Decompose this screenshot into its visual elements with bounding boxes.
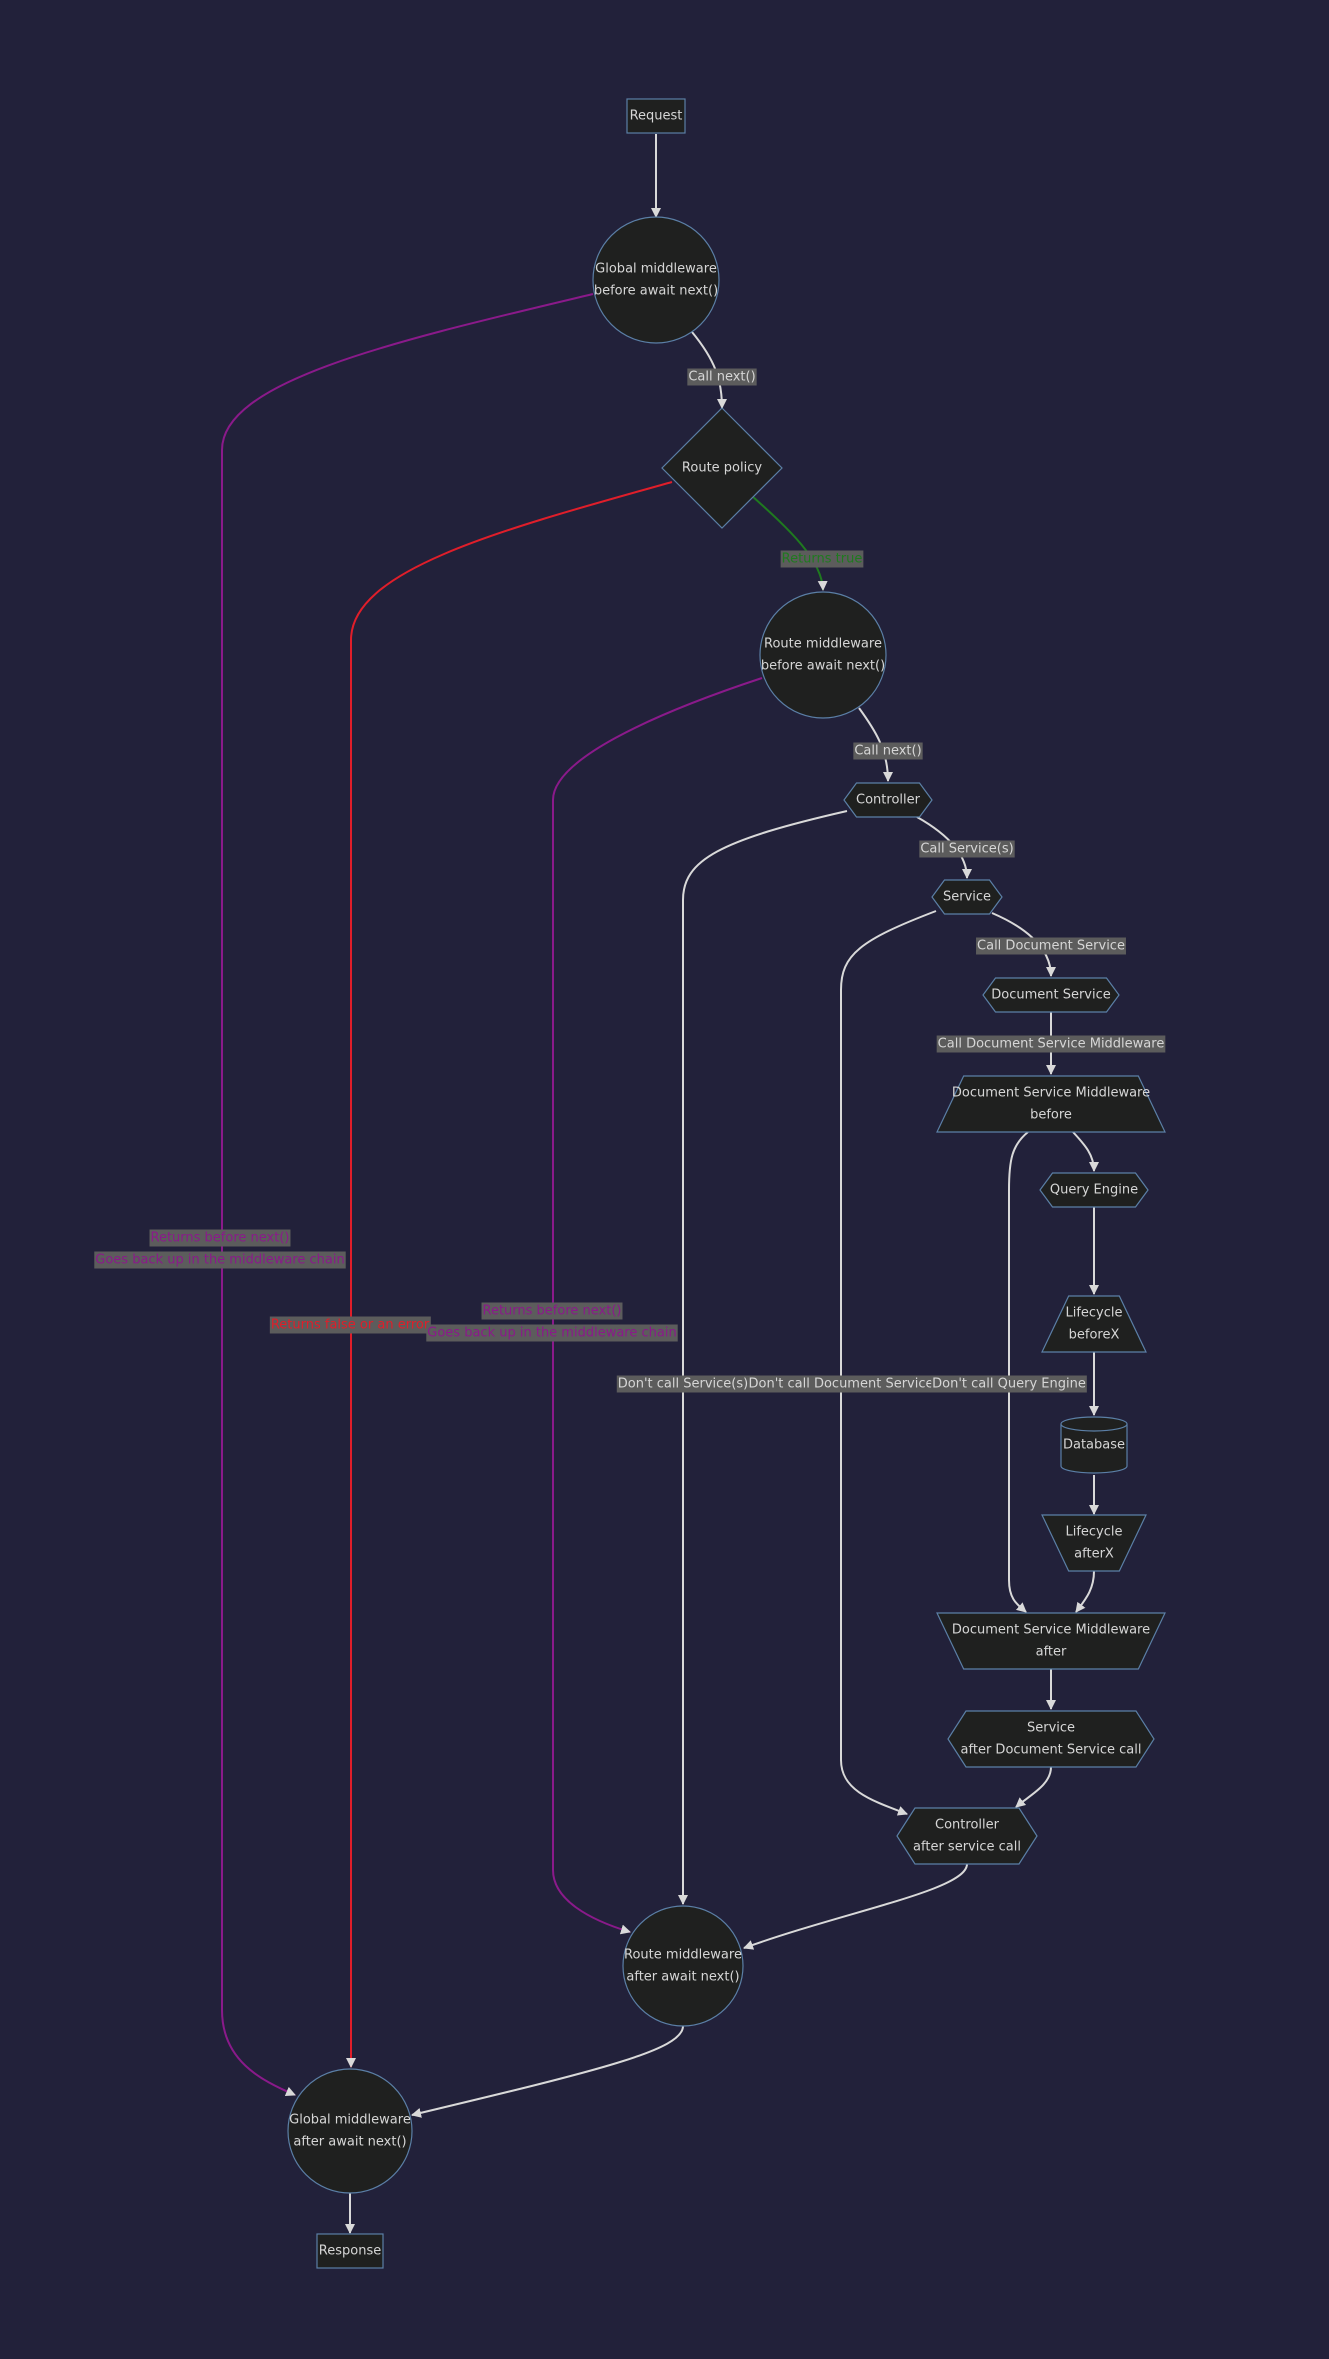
node-label: Lifecycle — [1065, 1525, 1122, 1540]
edge-route_after-to-global_after — [411, 2025, 684, 2118]
edge-global_before-to-global_after — [221, 293, 594, 2097]
edge-label-text: Goes back up in the middleware chain — [427, 1326, 676, 1341]
circle-shape — [759, 591, 887, 719]
node-label: after await next() — [626, 1970, 739, 1985]
edge-controller_after-to-route_after — [743, 1863, 968, 1950]
node-label: Response — [319, 2244, 381, 2259]
edge-label-text: Returns false or an error — [271, 1318, 430, 1333]
nodes-layer: Request Global middleware before await nex… — [287, 98, 1166, 2269]
edge-controller-to-route_after — [678, 810, 848, 1905]
edge-route_policy-to-route_before — [751, 495, 828, 591]
node-dsm-before: Document Service Middleware before — [936, 1075, 1166, 1133]
edge-label: Returns before next() Goes back up in the… — [94, 1229, 346, 1269]
node-label: before await next() — [594, 284, 718, 299]
node-route-after: Route middleware after await next() — [622, 1905, 744, 2027]
edge-label: Don't call Document Service — [747, 1375, 935, 1393]
node-label: Request — [630, 109, 683, 124]
edge-label-text: Don't call Query Engine — [932, 1377, 1086, 1392]
node-label: Controller — [856, 793, 921, 808]
node-label: after await next() — [293, 2135, 406, 2150]
edge-lifecycle_after-to-dsm_after — [1075, 1570, 1095, 1613]
node-controller-after: Controller after service call — [896, 1807, 1038, 1865]
edge-label: Call next() — [853, 742, 923, 760]
node-label: Global middleware — [289, 2113, 411, 2128]
node-label: Service — [1027, 1721, 1075, 1736]
edge-label: Returns false or an error — [269, 1316, 431, 1334]
edge-label: Don't call Query Engine — [931, 1375, 1087, 1393]
edge-label-text: Returns before next() — [483, 1304, 622, 1319]
circle-shape — [622, 1905, 744, 2027]
edge-dsm_before-to-dsm_after — [1008, 1131, 1029, 1613]
node-controller: Controller — [843, 782, 933, 818]
node-request: Request — [626, 98, 686, 134]
node-response: Response — [316, 2233, 384, 2269]
trapezoid-shape — [936, 1075, 1166, 1133]
edge-label-text: Don't call Document Service — [748, 1377, 933, 1392]
node-route-policy: Route policy — [661, 407, 783, 529]
node-label: Document Service Middleware — [952, 1623, 1150, 1638]
node-label: before — [1030, 1108, 1072, 1123]
edge-label-text: Returns true — [782, 552, 863, 567]
node-label: Query Engine — [1050, 1183, 1138, 1198]
node-label: Route middleware — [624, 1948, 742, 1963]
node-label: Document Service Middleware — [952, 1086, 1150, 1101]
node-label: Database — [1063, 1438, 1125, 1453]
edge-label-text: Returns before next() — [151, 1231, 290, 1246]
node-label: before await next() — [761, 659, 885, 674]
edge-label-text: Call Document Service — [977, 939, 1125, 954]
middleware-flow-diagram: Request Global middleware before await nex… — [94, 98, 1166, 2269]
node-lifecycle-before: Lifecycle beforeX — [1041, 1295, 1147, 1353]
edge-label-text: Call Service(s) — [920, 842, 1013, 857]
node-query-engine: Query Engine — [1039, 1172, 1149, 1208]
edge-label-text: Call next() — [688, 370, 755, 385]
edge-label: Don't call Service(s) — [616, 1375, 750, 1393]
node-service: Service — [931, 879, 1003, 915]
edge-labels-layer: Call next() Returns before next() Goes bac… — [94, 368, 1166, 1393]
hexagon-shape — [896, 1807, 1038, 1865]
node-label: Global middleware — [595, 262, 717, 277]
edge-label-text: Call Document Service Middleware — [938, 1037, 1165, 1052]
hexagon-shape — [947, 1710, 1155, 1768]
node-label: Lifecycle — [1065, 1306, 1122, 1321]
node-global-after: Global middleware after await next() — [287, 2068, 413, 2194]
edge-route_policy-to-global_after — [346, 481, 673, 2068]
inverted-trapezoid-shape — [1041, 1514, 1147, 1572]
edge-label-text: Goes back up in the middleware chain — [95, 1253, 344, 1268]
node-label: after Document Service call — [961, 1743, 1142, 1758]
circle-shape — [287, 2068, 413, 2194]
node-document-service: Document Service — [982, 977, 1120, 1013]
node-label: Route middleware — [764, 637, 882, 652]
edge-label-text: Call next() — [854, 744, 921, 759]
edge-service-to-controller_after — [840, 910, 937, 1816]
node-label: Route policy — [682, 461, 762, 476]
inverted-trapezoid-shape — [936, 1612, 1166, 1670]
node-service-after: Service after Document Service call — [947, 1710, 1155, 1768]
trapezoid-shape — [1041, 1295, 1147, 1353]
node-dsm-after: Document Service Middleware after — [936, 1612, 1166, 1670]
edge-label: Call Document Service Middleware — [936, 1035, 1166, 1053]
node-label: after — [1036, 1645, 1067, 1660]
node-route-before: Route middleware before await next() — [759, 591, 887, 719]
node-label: Service — [943, 890, 991, 905]
node-label: afterX — [1074, 1547, 1114, 1562]
circle-shape — [592, 216, 720, 344]
edge-label-text: Don't call Service(s) — [618, 1377, 748, 1392]
node-label: Document Service — [991, 988, 1111, 1003]
node-label: Controller — [935, 1818, 1000, 1833]
node-global-before: Global middleware before await next() — [592, 216, 720, 344]
edge-label: Call next() — [687, 368, 757, 386]
edge-label: Call Service(s) — [919, 840, 1015, 858]
node-label: beforeX — [1069, 1328, 1120, 1343]
edge-label: Call Document Service — [976, 937, 1126, 955]
node-lifecycle-after: Lifecycle afterX — [1041, 1514, 1147, 1572]
edge-service_after-to-controller_after — [1015, 1766, 1052, 1808]
edge-dsm_before-to-query_engine — [1072, 1131, 1099, 1172]
node-database: Database — [1060, 1416, 1128, 1474]
node-label: after service call — [913, 1840, 1021, 1855]
edge-label: Returns true — [780, 550, 864, 568]
